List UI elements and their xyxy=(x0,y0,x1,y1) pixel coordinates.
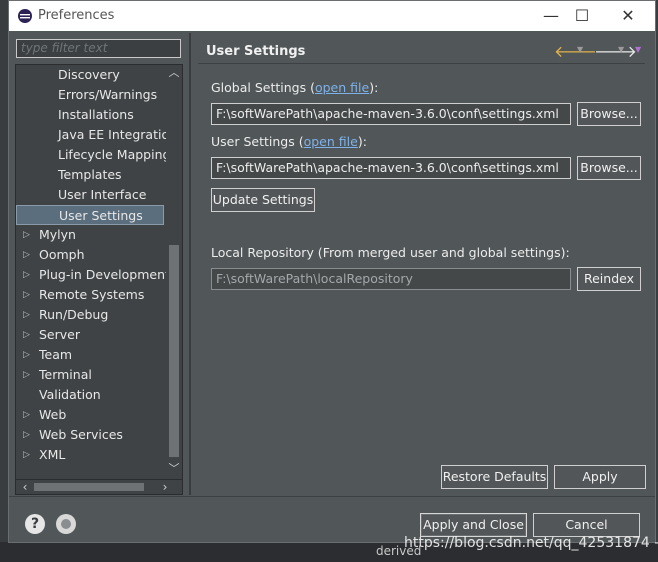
background-editor-strip xyxy=(0,0,8,562)
footer-separator xyxy=(9,496,655,497)
tree-item-label: Installations xyxy=(58,107,134,122)
expand-arrow-icon[interactable]: ▷ xyxy=(23,365,30,385)
local-repository-field: F:\softWarePath\localRepository xyxy=(211,268,571,290)
splitter-sash[interactable] xyxy=(189,33,191,495)
tree-item-label: Templates xyxy=(58,167,122,182)
tree-item-label: Server xyxy=(39,327,80,342)
expand-arrow-icon[interactable]: ▷ xyxy=(23,225,30,245)
maximize-button[interactable]: ☐ xyxy=(567,5,597,27)
expand-arrow-icon[interactable]: ▷ xyxy=(23,445,30,465)
expand-arrow-icon[interactable]: ▷ xyxy=(23,245,30,265)
tree-item[interactable]: Validation xyxy=(16,385,164,405)
forward-arrow-icon[interactable]: 🡒 xyxy=(594,41,637,61)
back-arrow-icon[interactable]: 🡐 xyxy=(554,41,597,61)
tree-item[interactable]: ▷ XML xyxy=(16,445,164,465)
tree-item[interactable]: ▷ Web Services xyxy=(16,425,164,445)
tree-item-label: Errors/Warnings xyxy=(58,87,158,102)
scroll-left-icon[interactable]: ‹ xyxy=(18,480,32,494)
global-settings-open-file-link[interactable]: open file xyxy=(315,80,369,95)
apply-and-close-button[interactable]: Apply and Close xyxy=(420,513,527,537)
global-settings-field[interactable]: F:\softWarePath\apache-maven-3.6.0\conf\… xyxy=(211,103,571,125)
tree-item-label: Run/Debug xyxy=(39,307,109,322)
tree-item-label: Team xyxy=(39,347,73,362)
apply-button[interactable]: Apply xyxy=(554,465,646,489)
tree-item-label: Mylyn xyxy=(39,227,76,242)
tree-item[interactable]: ▷ Mylyn xyxy=(16,225,164,245)
tree-item-label: User Interface xyxy=(58,187,147,202)
tree-hscroll-thumb[interactable] xyxy=(34,483,144,491)
view-menu-icon[interactable]: ▼ xyxy=(635,45,641,54)
tree-item[interactable]: Installations xyxy=(16,105,164,125)
expand-arrow-icon[interactable]: ▷ xyxy=(23,345,30,365)
scroll-right-icon[interactable]: › xyxy=(158,480,172,494)
tree-item-label: XML xyxy=(39,447,66,462)
tree-item-label: Terminal xyxy=(39,367,92,382)
tree-item[interactable]: Discovery xyxy=(16,65,164,85)
local-repository-label: Local Repository (From merged user and g… xyxy=(211,245,570,260)
record-icon[interactable] xyxy=(56,514,76,534)
minimize-button[interactable]: — xyxy=(536,5,566,27)
user-settings-field[interactable]: F:\softWarePath\apache-maven-3.6.0\conf\… xyxy=(211,157,571,179)
expand-arrow-icon[interactable]: ▷ xyxy=(23,305,30,325)
watermark-text: https://blog.csdn.net/qq_42531874 - xyxy=(404,535,658,551)
restore-defaults-button[interactable]: Restore Defaults xyxy=(441,465,548,489)
cancel-button[interactable]: Cancel xyxy=(533,513,640,537)
reindex-button[interactable]: Reindex xyxy=(577,267,641,291)
tree-item-label: Oomph xyxy=(39,247,85,262)
user-settings-open-file-link[interactable]: open file xyxy=(304,134,358,149)
update-settings-button[interactable]: Update Settings xyxy=(211,188,315,212)
tree-item[interactable]: ▷ Run/Debug xyxy=(16,305,164,325)
tree-item-label: Plug-in Development xyxy=(39,267,170,282)
tree-item[interactable]: ▷ Remote Systems xyxy=(16,285,164,305)
forward-dropdown-icon[interactable]: ▼ xyxy=(618,45,624,54)
global-settings-label: Global Settings (open file): xyxy=(211,80,379,95)
scroll-down-icon[interactable]: ﹀ xyxy=(168,463,180,475)
tree-item[interactable]: Templates xyxy=(16,165,164,185)
filter-input[interactable]: type filter text xyxy=(16,39,181,58)
tree-item-label: Validation xyxy=(39,387,101,402)
tree-item-label: Web xyxy=(39,407,67,422)
page-header: User Settings 🡐 ▼ 🡒 ▼ ▼ xyxy=(198,37,645,63)
close-button[interactable]: ✕ xyxy=(613,5,643,27)
expand-arrow-icon[interactable]: ▷ xyxy=(23,425,30,445)
tree-item-label: Discovery xyxy=(58,67,120,82)
tree-item[interactable]: ▷ Terminal xyxy=(16,365,164,385)
tree-horizontal-scrollbar[interactable]: ‹ › xyxy=(15,479,183,495)
tree-item-label: Remote Systems xyxy=(39,287,145,302)
tree-item-label: Web Services xyxy=(39,427,123,442)
expand-arrow-icon[interactable]: ▷ xyxy=(23,405,30,425)
title-bar: Preferences — ☐ ✕ xyxy=(9,1,655,31)
tree-item[interactable]: ▷ Web xyxy=(16,405,164,425)
tree-item-label: Java EE Integration xyxy=(58,127,178,142)
expand-arrow-icon[interactable]: ▷ xyxy=(23,265,30,285)
tree-item-label: User Settings xyxy=(59,208,143,223)
tree-item[interactable]: Errors/Warnings xyxy=(16,85,164,105)
user-browse-button[interactable]: Browse... xyxy=(577,156,641,180)
tree-item-label: Lifecycle Mappings xyxy=(58,147,177,162)
tree-vertical-scrollbar[interactable]: ︿ ﹀ xyxy=(166,65,182,479)
page-title: User Settings xyxy=(206,44,306,59)
eclipse-icon xyxy=(18,9,32,23)
tree-item[interactable]: ▷ Team xyxy=(16,345,164,365)
preferences-dialog: Preferences — ☐ ✕ type filter text Disco… xyxy=(8,0,656,543)
expand-arrow-icon[interactable]: ▷ xyxy=(23,285,30,305)
tree-item[interactable]: User Interface xyxy=(16,185,164,205)
page-header-separator xyxy=(198,63,645,64)
back-dropdown-icon[interactable]: ▼ xyxy=(577,45,583,54)
global-browse-button[interactable]: Browse... xyxy=(577,102,641,126)
preference-tree: Discovery Errors/Warnings Installations Jav… xyxy=(15,64,183,480)
user-settings-label: User Settings (open file): xyxy=(211,134,367,149)
tree-item[interactable]: ▷ Server xyxy=(16,325,164,345)
help-icon[interactable]: ? xyxy=(25,514,45,534)
tree-item[interactable]: ▷ Plug-in Development xyxy=(16,265,170,285)
scroll-up-icon[interactable]: ︿ xyxy=(168,67,180,79)
tree-scroll-thumb[interactable] xyxy=(169,245,179,457)
tree-item[interactable]: Lifecycle Mappings xyxy=(16,145,177,165)
window-title: Preferences xyxy=(38,8,115,23)
expand-arrow-icon[interactable]: ▷ xyxy=(23,325,30,345)
tree-item[interactable]: User Settings xyxy=(16,205,164,225)
tree-item[interactable]: ▷ Oomph xyxy=(16,245,164,265)
tree-item[interactable]: Java EE Integration xyxy=(16,125,177,145)
